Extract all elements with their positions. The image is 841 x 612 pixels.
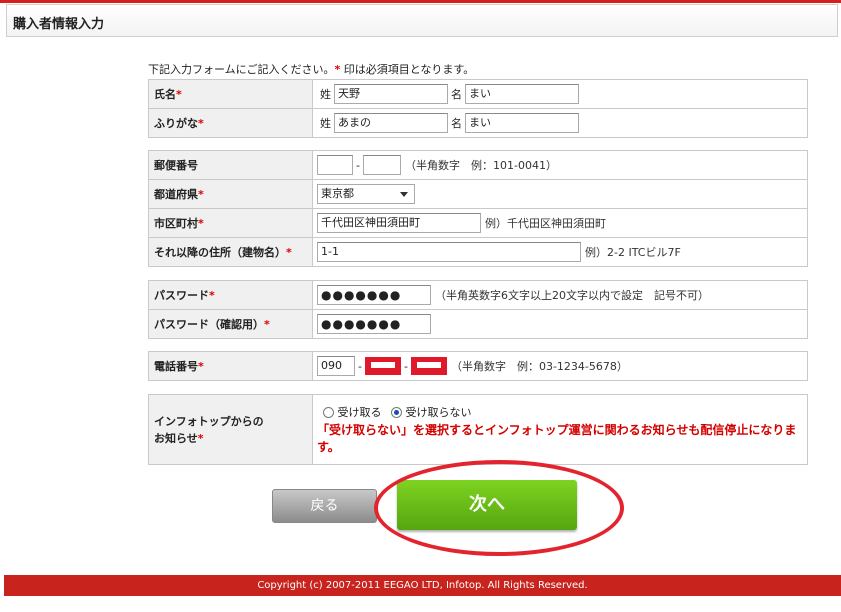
postal-code-second-input[interactable] xyxy=(362,155,401,175)
required-mark: * xyxy=(209,289,215,302)
newsletter-row: インフォトップからの お知らせ* 受け取る 受け取らない 「受け取らない」を選択す… xyxy=(148,394,808,465)
sei-label: 姓 xyxy=(320,88,331,101)
name-label: 氏名 xyxy=(154,88,176,101)
chevron-down-icon xyxy=(400,192,408,197)
address-hint: 例）2-2 ITCビル7F xyxy=(585,246,681,259)
password-section: パスワード* ●●●●●●● （半角英数字6文字以上20文字以内で設定 記号不可）… xyxy=(148,280,808,339)
phone-row: 電話番号* 090- - （半角数字 例：03-1234-5678） xyxy=(148,351,808,381)
newsletter-receive-label[interactable]: 受け取る xyxy=(338,406,382,419)
postal-label: 郵便番号 xyxy=(154,159,198,172)
page-header: 購入者情報入力 xyxy=(6,4,838,37)
kana-row: ふりがな* 姓あまの名まい xyxy=(148,108,808,138)
phone-section: 電話番号* 090- - （半角数字 例：03-1234-5678） xyxy=(148,351,808,381)
phone-hint: （半角数字 例：03-1234-5678） xyxy=(450,360,628,373)
address-row: それ以降の住所（建物名）* 1-1 例）2-2 ITCビル7F xyxy=(148,237,808,267)
address-label-cell: それ以降の住所（建物名）* xyxy=(148,237,313,267)
required-mark: * xyxy=(176,88,182,101)
kana-label-cell: ふりがな* xyxy=(148,108,313,138)
prefecture-selected-value: 東京都 xyxy=(321,187,354,200)
page-title: 購入者情報入力 xyxy=(13,17,105,32)
password-hint: （半角英数字6文字以上20文字以内で設定 記号不可） xyxy=(435,289,709,302)
form-instructions: 下記入力フォームにご記入ください。* 印は必須項目となります。 xyxy=(148,61,474,77)
newsletter-decline-label[interactable]: 受け取らない xyxy=(406,406,472,419)
required-mark: * xyxy=(198,188,204,201)
newsletter-label-line2: お知らせ xyxy=(154,431,198,445)
kana-label: ふりがな xyxy=(154,117,198,130)
postal-value-cell: - （半角数字 例：101-0041） xyxy=(312,150,808,180)
footer-copyright: Copyright (c) 2007-2011 EEGAO LTD, Infot… xyxy=(4,575,841,596)
prefecture-label-cell: 都道府県* xyxy=(148,179,313,209)
phone-separator: - xyxy=(403,359,408,373)
prefecture-value-cell: 東京都 xyxy=(312,179,808,209)
required-mark: * xyxy=(198,217,204,230)
phone-label: 電話番号 xyxy=(154,360,198,373)
newsletter-options: 受け取る 受け取らない xyxy=(323,404,801,420)
address-label: それ以降の住所（建物名） xyxy=(154,246,286,259)
instructions-text: 下記入力フォームにご記入ください。 xyxy=(148,63,335,76)
sei-kana-label: 姓 xyxy=(320,117,331,130)
phone-value-cell: 090- - （半角数字 例：03-1234-5678） xyxy=(312,351,808,381)
password-confirm-value-cell: ●●●●●●● xyxy=(312,309,808,339)
newsletter-section: インフォトップからの お知らせ* 受け取る 受け取らない 「受け取らない」を選択す… xyxy=(148,394,808,465)
phone-first-input[interactable]: 090 xyxy=(317,356,355,376)
newsletter-warning: 「受け取らない」を選択するとインフォトップ運営に関わるお知らせも配信停止になりま… xyxy=(317,423,797,454)
prefecture-label: 都道府県 xyxy=(154,188,198,201)
newsletter-receive-radio[interactable] xyxy=(323,406,334,418)
city-value-cell: 千代田区神田須田町 例）千代田区神田須田町 xyxy=(312,208,808,238)
last-name-kana-input[interactable]: あまの xyxy=(334,113,448,133)
password-confirm-input[interactable]: ●●●●●●● xyxy=(317,314,431,334)
phone-separator: - xyxy=(358,359,362,373)
name-row: 氏名* 姓天野名まい xyxy=(148,79,808,109)
name-value-cell: 姓天野名まい xyxy=(312,79,808,109)
mei-label: 名 xyxy=(451,88,462,101)
required-mark: * xyxy=(264,318,270,331)
city-hint: 例）千代田区神田須田町 xyxy=(485,217,606,230)
postal-label-cell: 郵便番号 xyxy=(148,150,313,180)
password-label-cell: パスワード* xyxy=(148,280,313,310)
highlight-circle-annotation xyxy=(374,460,624,556)
phone-second-input-redacted[interactable] xyxy=(364,357,401,375)
newsletter-value-cell: 受け取る 受け取らない 「受け取らない」を選択するとインフォトップ運営に関わるお… xyxy=(312,394,808,465)
newsletter-label-line1: インフォトップからの xyxy=(154,414,264,428)
prefecture-select[interactable]: 東京都 xyxy=(317,184,415,204)
back-button[interactable]: 戻る xyxy=(272,489,377,523)
address-section: 郵便番号 - （半角数字 例：101-0041） 都道府県* 東京都 市区町村* … xyxy=(148,150,808,267)
city-row: 市区町村* 千代田区神田須田町 例）千代田区神田須田町 xyxy=(148,208,808,238)
address-value-cell: 1-1 例）2-2 ITCビル7F xyxy=(312,237,808,267)
top-accent-bar xyxy=(0,0,841,3)
newsletter-label-cell: インフォトップからの お知らせ* xyxy=(148,394,313,465)
first-name-kana-input[interactable]: まい xyxy=(465,113,579,133)
password-confirm-row: パスワード（確認用）* ●●●●●●● xyxy=(148,309,808,339)
name-label-cell: 氏名* xyxy=(148,79,313,109)
postal-row: 郵便番号 - （半角数字 例：101-0041） xyxy=(148,150,808,180)
postal-hint: （半角数字 例：101-0041） xyxy=(404,159,557,172)
mei-kana-label: 名 xyxy=(451,117,462,130)
required-mark: * xyxy=(198,117,204,130)
postal-separator: - xyxy=(356,158,360,172)
city-label-cell: 市区町村* xyxy=(148,208,313,238)
required-mark: * xyxy=(197,431,204,445)
instructions-suffix: 印は必須項目となります。 xyxy=(340,63,475,76)
password-input[interactable]: ●●●●●●● xyxy=(317,285,431,305)
first-name-input[interactable]: まい xyxy=(465,84,579,104)
password-value-cell: ●●●●●●● （半角英数字6文字以上20文字以内で設定 記号不可） xyxy=(312,280,808,310)
phone-third-input-redacted[interactable] xyxy=(410,357,447,375)
kana-value-cell: 姓あまの名まい xyxy=(312,108,808,138)
password-row: パスワード* ●●●●●●● （半角英数字6文字以上20文字以内で設定 記号不可） xyxy=(148,280,808,310)
name-section: 氏名* 姓天野名まい ふりがな* 姓あまの名まい xyxy=(148,79,808,138)
city-label: 市区町村 xyxy=(154,217,198,230)
last-name-input[interactable]: 天野 xyxy=(334,84,448,104)
postal-code-first-input[interactable] xyxy=(317,155,353,175)
required-mark: * xyxy=(198,360,204,373)
address-input[interactable]: 1-1 xyxy=(317,242,581,262)
phone-label-cell: 電話番号* xyxy=(148,351,313,381)
newsletter-decline-radio[interactable] xyxy=(391,406,402,418)
password-label: パスワード xyxy=(154,289,209,302)
city-input[interactable]: 千代田区神田須田町 xyxy=(317,213,481,233)
prefecture-row: 都道府県* 東京都 xyxy=(148,179,808,209)
required-mark: * xyxy=(286,246,292,259)
password-confirm-label: パスワード（確認用） xyxy=(154,318,264,331)
password-confirm-label-cell: パスワード（確認用）* xyxy=(148,309,313,339)
